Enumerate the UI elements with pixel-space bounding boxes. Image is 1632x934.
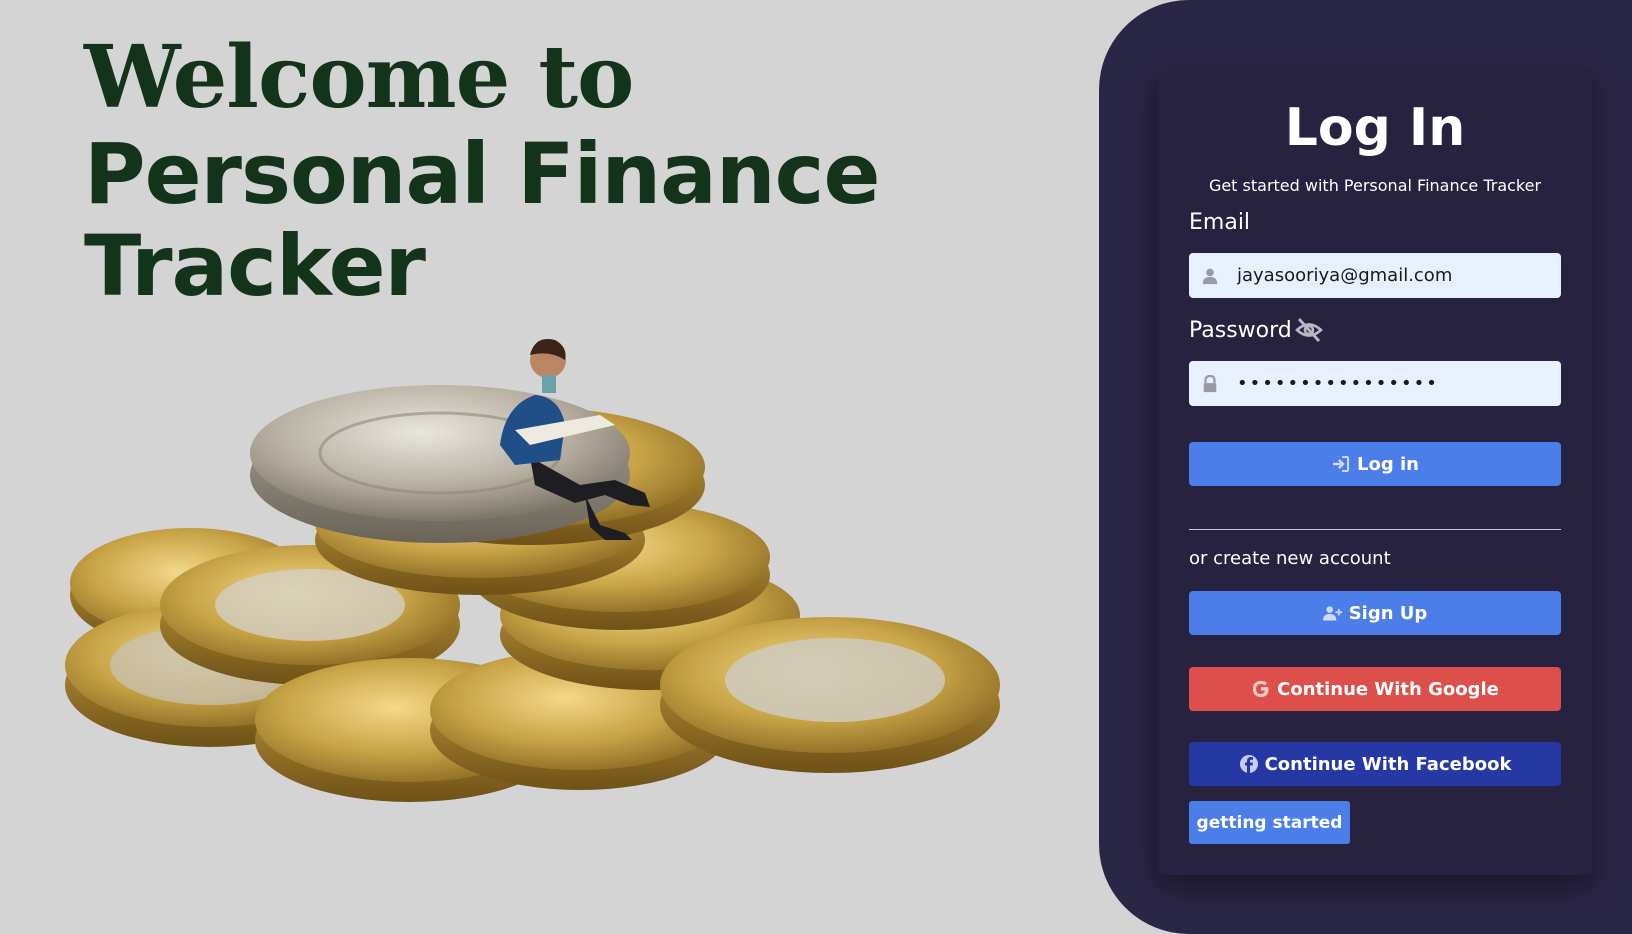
coins-illustration — [65, 339, 1000, 802]
login-button-label: Log in — [1357, 453, 1419, 475]
login-title: Log In — [1284, 98, 1466, 158]
facebook-button-label: Continue With Facebook — [1264, 753, 1512, 775]
login-card: Log In Get started with Personal Finance… — [1158, 70, 1592, 875]
login-subtitle: Get started with Personal Finance Tracke… — [1208, 176, 1542, 195]
facebook-icon — [1239, 755, 1258, 773]
sign-up-button[interactable]: Sign Up — [1189, 591, 1561, 635]
google-login-button[interactable]: Continue With Google — [1189, 667, 1561, 711]
user-icon — [1202, 268, 1218, 284]
email-input[interactable] — [1237, 265, 1557, 286]
email-field[interactable] — [1189, 253, 1561, 298]
password-field[interactable] — [1189, 361, 1561, 406]
hero-title-line-3: Tracker — [84, 217, 426, 315]
coin — [660, 617, 1000, 773]
email-label: Email — [1189, 210, 1250, 235]
coin — [250, 385, 630, 543]
getting-started-button[interactable]: getting started — [1189, 801, 1350, 844]
eye-slash-icon[interactable] — [1294, 317, 1324, 343]
create-account-text: or create new account — [1189, 548, 1391, 569]
lock-icon — [1203, 374, 1217, 392]
login-button[interactable]: Log in — [1189, 442, 1561, 486]
password-label: Password — [1189, 317, 1324, 343]
sign-in-icon — [1333, 456, 1349, 472]
hero-title: Welcome to Personal Finance Tracker — [84, 27, 984, 315]
google-icon — [1253, 681, 1269, 697]
password-input[interactable] — [1237, 373, 1557, 394]
sign-up-button-label: Sign Up — [1348, 602, 1428, 624]
email-label-text: Email — [1189, 210, 1251, 235]
password-label-text: Password — [1189, 317, 1292, 343]
facebook-login-button[interactable]: Continue With Facebook — [1189, 742, 1561, 786]
google-button-label: Continue With Google — [1277, 678, 1499, 700]
hero-title-line-2: Personal Finance — [84, 125, 880, 223]
divider — [1189, 529, 1561, 530]
hero-title-line-1: Welcome to — [84, 27, 634, 128]
user-plus-icon — [1322, 606, 1342, 621]
